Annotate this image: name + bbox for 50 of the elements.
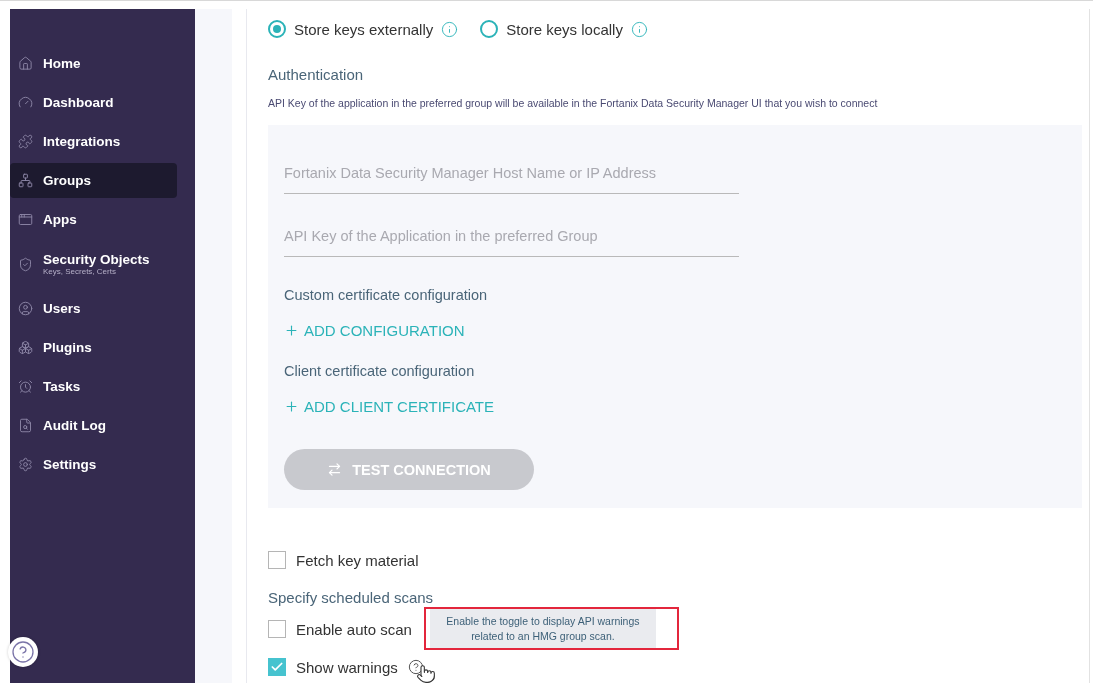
sidebar-item[interactable]: Home [10,46,177,81]
checkbox[interactable] [268,551,286,569]
plus-icon [284,323,299,338]
sidebar-item[interactable]: Settings [10,447,177,482]
tooltip: Enable the toggle to display API warnings related to an HMG group scan. [429,609,656,648]
checkbox-label: Enable auto scan [296,620,412,638]
description-text: API Key of the application in the preferred group will be available in the Fortanix Data Security Manager UI that you wish to connect [268,97,879,109]
check-icon [270,660,284,674]
arrows-icon [327,462,343,477]
text-input-field[interactable]: Fortanix Data Security Manager Host Name or IP Address [284,161,739,194]
section-heading: Authentication [268,66,365,83]
sidebar-item[interactable]: Tasks [10,369,177,404]
section-title: Custom certificate configuration [284,287,489,303]
radio-label: Store keys locally [506,20,623,38]
sidebar-item[interactable]: Groups [10,163,177,198]
gauge-icon [18,95,33,110]
radio-label: Store keys externally [294,20,434,38]
settings-icon [18,457,33,472]
checkbox-label: Fetch key material [296,551,419,569]
puzzle-icon [18,134,33,149]
sidebar-item[interactable]: Integrations [10,124,177,159]
help-icon[interactable] [407,659,424,675]
network-icon [18,173,33,188]
sidebar-item[interactable]: Apps [10,202,177,237]
sidebar-item[interactable]: Audit Log [10,408,177,443]
text-input-field[interactable]: API Key of the Application in the preferred Group [284,224,739,257]
window-icon [18,212,33,227]
checkbox-label: Show warnings [296,658,398,676]
info-icon[interactable] [441,20,459,38]
nav-label: Security Objects [43,252,150,267]
radio-button[interactable] [480,20,499,38]
sidebar-item[interactable]: Users [10,291,177,326]
shield-icon [18,256,33,272]
boxes-icon [18,340,33,355]
info-icon[interactable] [630,20,648,38]
house-icon [18,56,33,71]
sidebar-item[interactable]: Plugins [10,330,177,365]
radio-button[interactable] [268,20,286,38]
nav-sublabel: Keys, Secrets, Certs [43,267,117,276]
checkbox[interactable] [268,658,286,676]
user-icon [18,301,33,316]
sidebar-item[interactable]: Dashboard [10,85,177,120]
sidebar-item[interactable]: Security Objects Keys, Secrets, Certs [10,241,177,287]
plus-icon [284,399,299,414]
section-heading: Specify scheduled scans [268,589,435,606]
document-search-icon [18,418,33,433]
hand-cursor-icon [415,664,436,683]
alarm-clock-icon [18,379,33,394]
section-title: Client certificate configuration [284,363,476,379]
checkbox[interactable] [268,620,286,638]
